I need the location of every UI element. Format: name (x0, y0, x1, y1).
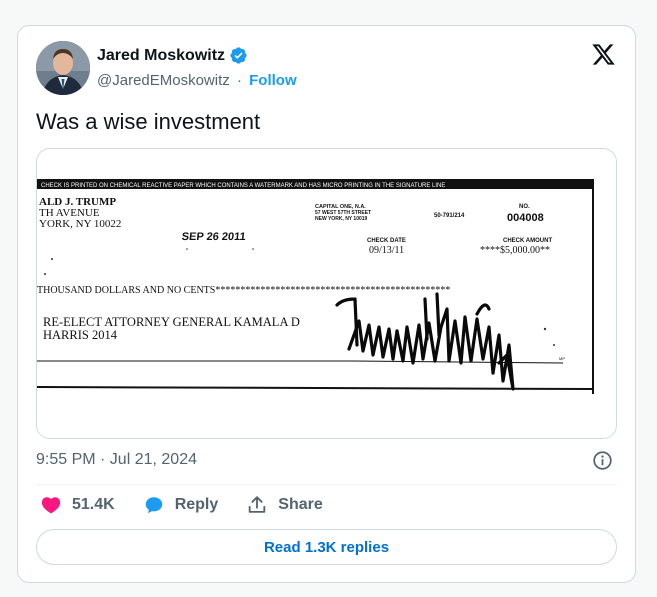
like-count: 51.4K (72, 496, 115, 513)
handle-row: @JaredEMoskowitz · Follow (97, 72, 297, 89)
check-header: CHECK IS PRINTED ON CHEMICAL REACTIVE PA… (41, 183, 445, 189)
reply-button[interactable]: Reply (143, 494, 219, 516)
no-label: NO. (519, 204, 530, 210)
bank-line3: NEW YORK, NY 10019 (315, 216, 368, 222)
tweet-text: Was a wise investment (36, 109, 261, 134)
payee-line2: HARRIS 2014 (43, 328, 118, 342)
like-button[interactable]: 51.4K (40, 494, 115, 516)
heart-icon (41, 497, 61, 514)
tweet-timestamp[interactable]: 9:55 PM · Jul 21, 2024 (36, 451, 197, 469)
check-amount-label: CHECK AMOUNT (503, 238, 552, 244)
separator-dot: · (236, 72, 242, 89)
mp-mark: MP (559, 356, 565, 361)
check-image: CHECK IS PRINTED ON CHEMICAL REACTIVE PA… (37, 149, 616, 438)
tweet-media[interactable]: CHECK IS PRINTED ON CHEMICAL REACTIVE PA… (36, 148, 617, 439)
check-date-label: CHECK DATE (367, 238, 406, 244)
verified-badge-icon (230, 47, 247, 64)
received-stamp-date: SEP 26 2011 (181, 231, 246, 243)
tweet-card: Jared Moskowitz @JaredEMoskowitz · Follo… (17, 25, 636, 583)
divider (36, 484, 617, 485)
action-bar: 51.4K Reply Share (40, 494, 351, 516)
check-number: 004008 (507, 212, 544, 224)
author-row: Jared Moskowitz (97, 46, 248, 65)
share-button[interactable]: Share (246, 494, 323, 516)
follow-link[interactable]: Follow (249, 72, 297, 89)
author-handle[interactable]: @JaredEMoskowitz (97, 72, 230, 89)
amount-in-words: THOUSAND DOLLARS AND NO CENTS***********… (37, 285, 450, 296)
share-icon (249, 496, 266, 513)
avatar[interactable] (36, 41, 90, 95)
share-label: Share (278, 496, 323, 513)
check-date-value: 09/13/11 (369, 245, 404, 256)
x-logo-icon[interactable] (591, 42, 616, 67)
routing-number: 50-791/214 (434, 213, 465, 219)
avatar-image (36, 41, 90, 95)
check-amount-value: ****$5,000.00** (480, 245, 550, 256)
author-name[interactable]: Jared Moskowitz (97, 47, 225, 65)
payer-line3: YORK, NY 10022 (39, 218, 121, 230)
info-icon[interactable] (592, 450, 613, 471)
reply-bubble-icon (145, 497, 162, 514)
reply-label: Reply (174, 496, 219, 513)
payee-line1: RE-ELECT ATTORNEY GENERAL KAMALA D (43, 315, 300, 329)
read-replies-button[interactable]: Read 1.3K replies (36, 529, 617, 565)
